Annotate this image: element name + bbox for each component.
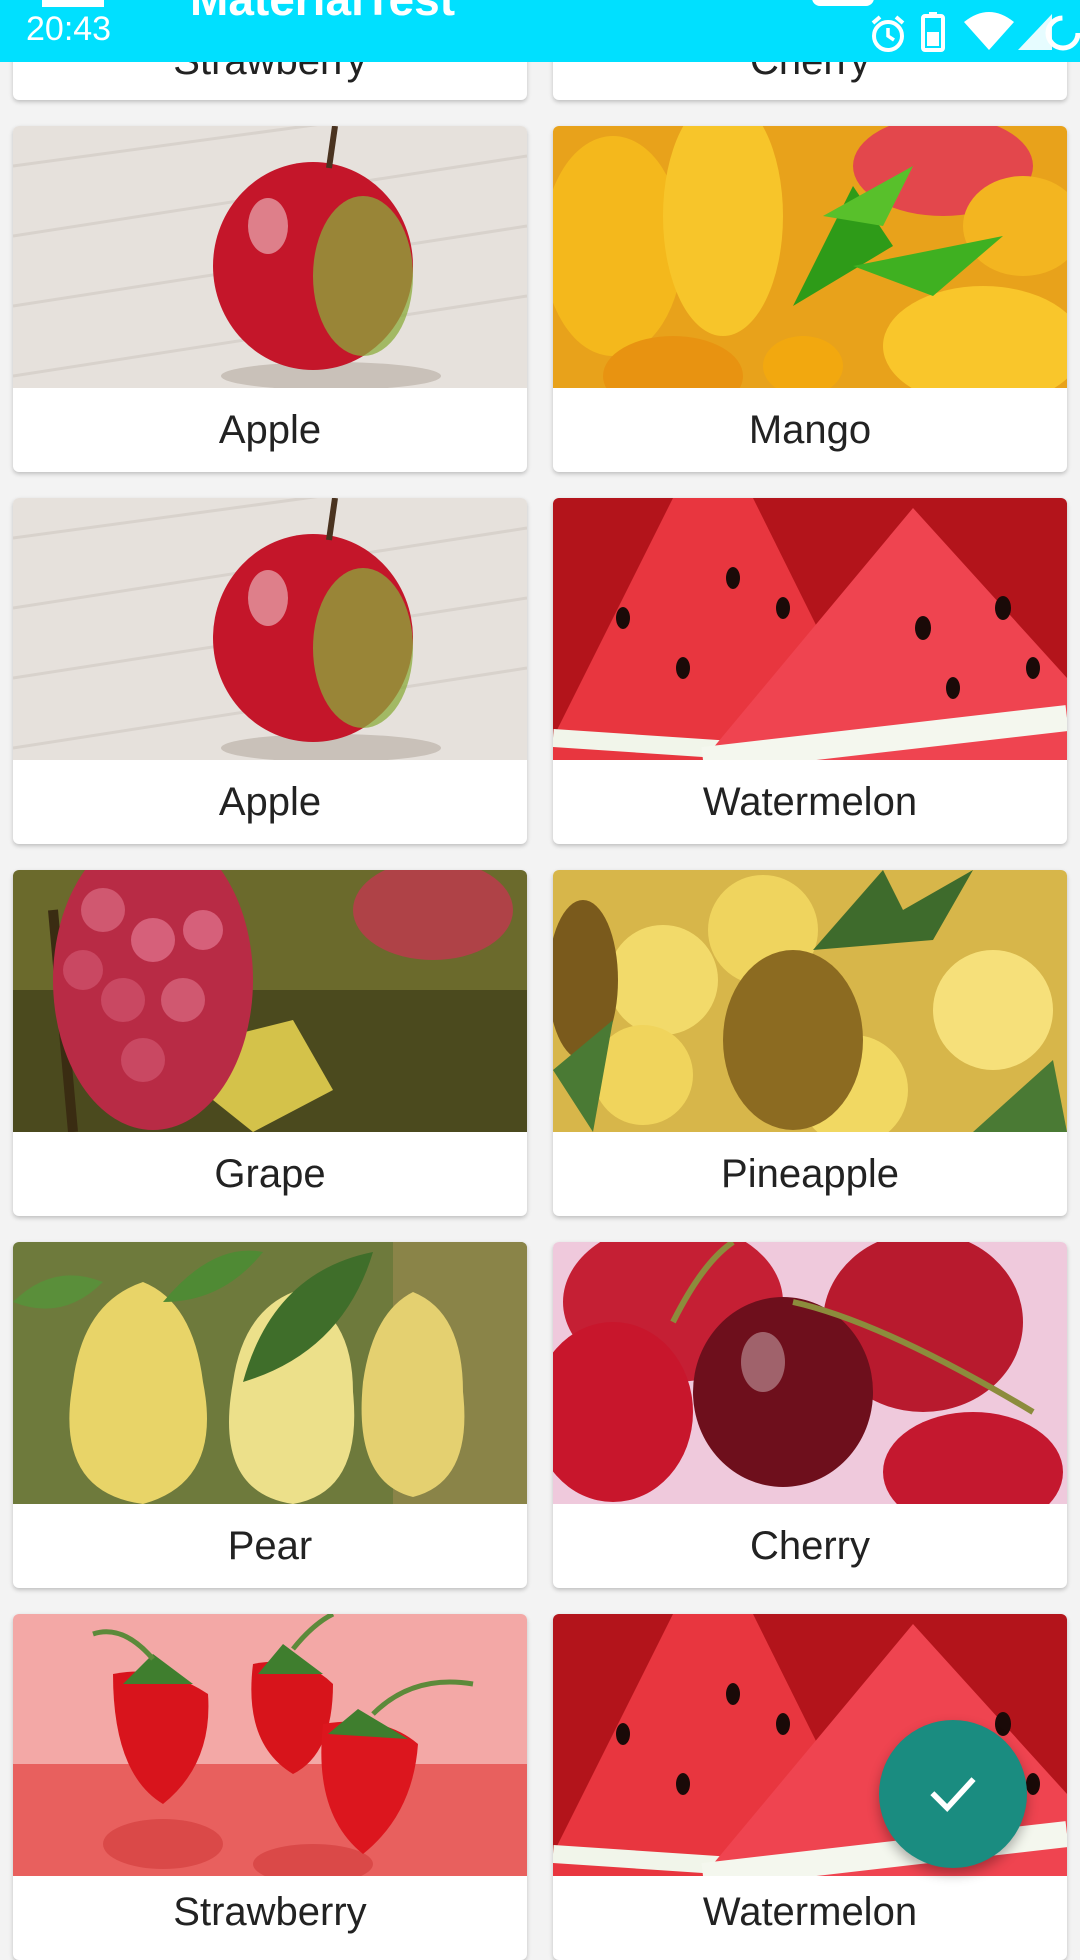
- fruit-card[interactable]: Strawberry: [13, 1614, 527, 1960]
- fruit-name: Cherry: [749, 1523, 871, 1568]
- fruit-card[interactable]: Grape: [13, 870, 527, 1216]
- fruit-name: Apple: [218, 407, 322, 452]
- fruit-name: Apple: [218, 779, 322, 824]
- fruit-name: Watermelon: [702, 1890, 918, 1934]
- fruit-name: Mango: [748, 407, 872, 452]
- status-time: 20:43: [26, 10, 112, 48]
- toolbar-action-icon[interactable]: [810, 0, 876, 10]
- fruit-card[interactable]: Mango: [553, 126, 1067, 472]
- menu-icon[interactable]: [42, 0, 104, 7]
- battery-icon: [921, 12, 945, 52]
- fruit-card[interactable]: Apple: [13, 498, 527, 844]
- fruit-name: Watermelon: [702, 779, 918, 824]
- pear-image: [13, 1242, 527, 1504]
- mango-image: [553, 126, 1067, 388]
- toolbar-title: MaterialTest: [190, 0, 455, 22]
- watermelon-image: [553, 498, 1067, 760]
- fruit-name: Strawberry: [173, 1890, 367, 1934]
- app-bar: MaterialTest 20:43: [0, 0, 1080, 62]
- fruit-name: Grape: [214, 1151, 326, 1196]
- alarm-icon: [871, 15, 905, 52]
- fruit-card[interactable]: Pineapple: [553, 870, 1067, 1216]
- status-icons: [760, 0, 1080, 62]
- strawberry-image: [13, 1614, 527, 1876]
- wifi-icon: [964, 12, 1014, 50]
- fruit-name: Pear: [227, 1523, 313, 1568]
- check-icon: [930, 1777, 976, 1813]
- fruit-card[interactable]: Watermelon: [553, 498, 1067, 844]
- apple-image: [13, 126, 527, 388]
- fruit-grid: Strawberry Cherry Apple: [0, 0, 1080, 1960]
- fruit-card[interactable]: Pear: [13, 1242, 527, 1588]
- fruit-card[interactable]: Cherry: [553, 1242, 1067, 1588]
- fruit-name: Pineapple: [721, 1151, 899, 1196]
- fruit-card[interactable]: Apple: [13, 126, 527, 472]
- pineapple-image: [553, 870, 1067, 1132]
- apple-image: [13, 498, 527, 760]
- sync-icon: [1045, 15, 1080, 51]
- grape-image: [13, 870, 527, 1132]
- done-fab[interactable]: [879, 1720, 1027, 1868]
- cherry-image: [553, 1242, 1067, 1504]
